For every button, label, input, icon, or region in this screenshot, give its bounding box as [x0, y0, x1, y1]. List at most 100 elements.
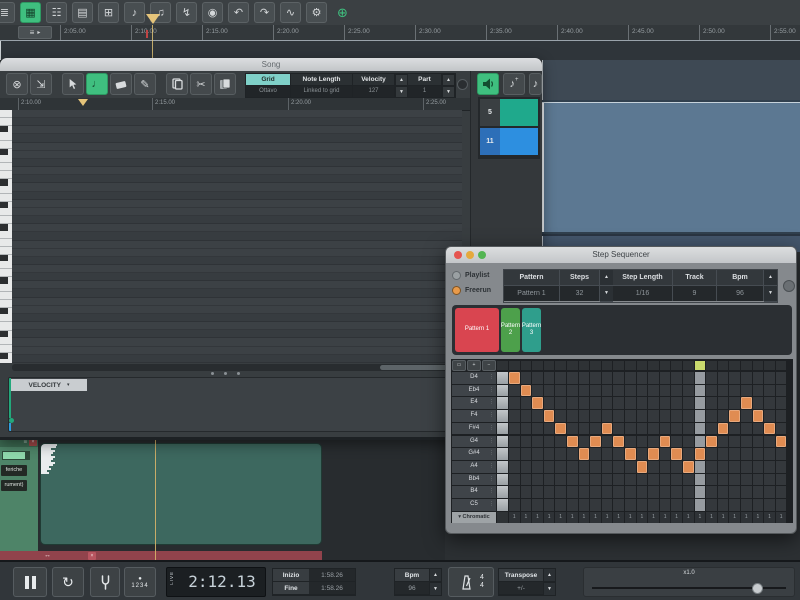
step-cell[interactable] — [648, 461, 659, 473]
step-cell[interactable] — [695, 436, 706, 448]
step-cell[interactable] — [521, 486, 532, 498]
step-indicator-cell[interactable] — [567, 361, 578, 370]
step-cell[interactable] — [613, 474, 624, 486]
step-cell[interactable] — [683, 372, 694, 384]
track-value[interactable]: 9 — [673, 286, 717, 301]
step-cell[interactable] — [637, 486, 648, 498]
resize-icon[interactable]: ↔ — [44, 552, 51, 559]
step-cell[interactable] — [532, 486, 543, 498]
step-cell[interactable] — [532, 423, 543, 435]
step-cell[interactable] — [613, 461, 624, 473]
step-cell[interactable] — [602, 410, 613, 422]
step-cell[interactable] — [532, 436, 543, 448]
step-cell[interactable] — [741, 436, 752, 448]
step-cell[interactable] — [544, 499, 555, 511]
step-cell[interactable] — [648, 499, 659, 511]
loop-button[interactable]: ↻ — [52, 567, 84, 597]
step-cell[interactable] — [753, 372, 764, 384]
step-cell[interactable] — [509, 397, 520, 409]
step-cell[interactable] — [671, 486, 682, 498]
step-cell[interactable] — [602, 461, 613, 473]
step-cell-on[interactable] — [776, 436, 787, 448]
step-cell[interactable] — [648, 372, 659, 384]
step-cell[interactable] — [509, 423, 520, 435]
row-preview-cell[interactable] — [497, 385, 508, 397]
piano-keys[interactable] — [0, 110, 12, 363]
step-cell[interactable] — [695, 486, 706, 498]
step-cell[interactable] — [590, 448, 601, 460]
step-value-cell[interactable]: 1 — [718, 512, 729, 523]
step-cell[interactable] — [648, 397, 659, 409]
step-cell[interactable] — [544, 474, 555, 486]
step-cell[interactable] — [776, 372, 787, 384]
step-cell[interactable] — [660, 385, 671, 397]
step-cell[interactable] — [695, 397, 706, 409]
part-value[interactable]: 1 — [408, 86, 442, 97]
row-label-E4[interactable]: E4⋮ — [452, 397, 496, 409]
instrument-track-header[interactable]: ≡ × feriche rument) — [0, 437, 38, 551]
row-drag-handle[interactable]: ⋮ — [489, 410, 494, 422]
step-value-cell[interactable]: 1 — [602, 512, 613, 523]
step-cell[interactable] — [532, 410, 543, 422]
step-cell[interactable] — [579, 499, 590, 511]
row-preview-cell[interactable] — [497, 461, 508, 473]
main-playhead-marker[interactable] — [146, 14, 160, 24]
step-cell[interactable] — [718, 499, 729, 511]
step-cell[interactable] — [648, 423, 659, 435]
piano-key[interactable] — [0, 269, 12, 277]
plugin-button[interactable]: ⚙ — [306, 2, 327, 23]
transpose-up[interactable]: ▲ — [543, 568, 556, 582]
steps-down-button[interactable]: ▼ — [600, 286, 613, 302]
step-length-value[interactable]: 1/16 — [613, 286, 673, 301]
step-cell[interactable] — [764, 410, 775, 422]
step-cell[interactable] — [729, 397, 740, 409]
piano-roll-window-title[interactable]: Song — [0, 58, 542, 71]
step-cell[interactable] — [602, 385, 613, 397]
step-cell[interactable] — [532, 499, 543, 511]
part-row[interactable]: 11 — [480, 128, 538, 155]
piano-key[interactable] — [0, 171, 12, 179]
step-cell[interactable] — [555, 436, 566, 448]
step-cell[interactable] — [729, 461, 740, 473]
step-cell[interactable] — [695, 410, 706, 422]
undo-button[interactable]: ↶ — [228, 2, 249, 23]
step-cell-on[interactable] — [729, 410, 740, 422]
step-value-cell[interactable]: 1 — [729, 512, 740, 523]
step-value-cell[interactable]: 1 — [590, 512, 601, 523]
add-note-button[interactable]: ♪+ — [503, 73, 525, 95]
pattern-button[interactable]: Pattern 2 — [501, 308, 520, 352]
step-cell[interactable] — [555, 372, 566, 384]
step-cell[interactable] — [509, 486, 520, 498]
step-cell[interactable] — [555, 461, 566, 473]
pattern-button[interactable]: Pattern 1 — [455, 308, 499, 352]
row-label-G#4[interactable]: G#4⋮ — [452, 448, 496, 460]
part-row[interactable]: 5 — [480, 99, 538, 126]
step-cell[interactable] — [718, 486, 729, 498]
step-cell[interactable] — [764, 499, 775, 511]
freerun-mode-option[interactable]: Freerun — [452, 283, 491, 298]
step-cell[interactable] — [671, 436, 682, 448]
step-cell[interactable] — [637, 436, 648, 448]
step-cell[interactable] — [695, 385, 706, 397]
scale-selector[interactable]: ▾ Chromatic — [452, 512, 496, 523]
piano-key[interactable] — [0, 284, 12, 292]
step-cell[interactable] — [521, 448, 532, 460]
bpm-display[interactable]: 96 — [395, 582, 429, 595]
step-value-cell[interactable]: 1 — [555, 512, 566, 523]
step-cell[interactable] — [521, 474, 532, 486]
step-cell[interactable] — [660, 461, 671, 473]
step-cell[interactable] — [521, 436, 532, 448]
velocity-down-button[interactable]: ▼ — [395, 86, 408, 98]
instrument-a-button[interactable]: ♪ — [124, 2, 145, 23]
close-button[interactable]: ⊗ — [6, 73, 28, 95]
step-cell[interactable] — [579, 410, 590, 422]
step-cell-on[interactable] — [695, 448, 706, 460]
step-cell[interactable] — [544, 461, 555, 473]
step-cell[interactable] — [544, 448, 555, 460]
step-cell[interactable] — [741, 410, 752, 422]
step-cell[interactable] — [613, 372, 624, 384]
velocity-value[interactable]: 127 — [353, 86, 395, 97]
piano-roll-hscrollbar[interactable] — [12, 364, 462, 371]
step-cell[interactable] — [637, 448, 648, 460]
step-cell[interactable] — [521, 461, 532, 473]
